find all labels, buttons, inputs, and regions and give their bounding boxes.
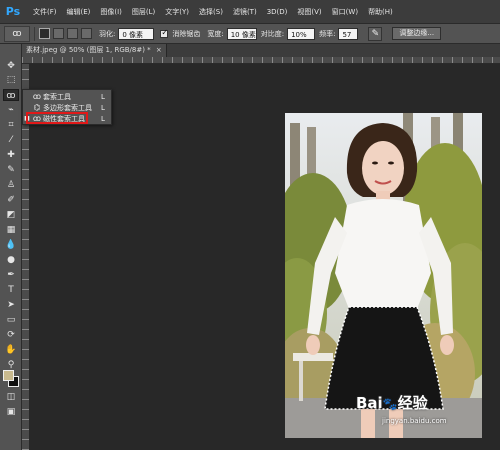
menu-bar: Ps 文件(F) 编辑(E) 图像(I) 图层(L) 文字(Y) 选择(S) 滤… (0, 0, 500, 24)
history-brush-tool-icon[interactable]: ✐ (3, 194, 19, 206)
antialias-checkbox[interactable] (160, 28, 169, 38)
contrast-input[interactable]: 10% (287, 27, 316, 40)
refine-edge-button[interactable]: 调整边缘... (392, 27, 442, 40)
menu-items: 文件(F) 编辑(E) 图像(I) 图层(L) 文字(Y) 选择(S) 滤镜(T… (28, 0, 398, 24)
menu-view[interactable]: 视图(V) (292, 0, 326, 24)
lasso-tool-icon[interactable]: ꝏ (3, 89, 19, 101)
foreground-color-swatch[interactable] (3, 370, 14, 381)
menu-filter[interactable]: 滤镜(T) (228, 0, 262, 24)
document-title: 素材.jpeg @ 50% (图层 1, RGB/8#) * (26, 46, 151, 54)
menu-edit[interactable]: 编辑(E) (62, 0, 96, 24)
shortcut-key: L (101, 92, 105, 101)
add-selection-button[interactable] (53, 28, 64, 39)
horizontal-ruler[interactable] (22, 57, 500, 64)
document-tab[interactable]: 素材.jpeg @ 50% (图层 1, RGB/8#) * × (22, 44, 167, 57)
menu-file[interactable]: 文件(F) (28, 0, 62, 24)
pen-pressure-button[interactable]: ✎ (368, 26, 383, 41)
polygonal-lasso-icon: ⌬ (33, 103, 41, 112)
clone-stamp-tool-icon[interactable]: ♙ (3, 179, 19, 191)
blur-tool-icon[interactable]: 💧 (3, 239, 19, 251)
marquee-tool-icon[interactable]: ⬚ (3, 74, 19, 86)
lasso-tool-menu-item[interactable]: ꝏ 套索工具 L (23, 91, 111, 102)
document-tab-strip: 素材.jpeg @ 50% (图层 1, RGB/8#) * × (22, 44, 500, 57)
width-label: 宽度: (207, 29, 224, 38)
quick-select-tool-icon[interactable]: ⌁ (3, 104, 19, 116)
shortcut-key: L (101, 103, 105, 112)
frequency-input[interactable]: 57 (338, 27, 359, 40)
brush-tool-icon[interactable]: ✎ (3, 164, 19, 176)
crop-tool-icon[interactable]: ⌗ (3, 119, 19, 131)
eraser-tool-icon[interactable]: ◩ (3, 209, 19, 221)
move-tool-icon[interactable]: ✥ (3, 60, 19, 72)
subtract-selection-button[interactable] (67, 28, 78, 39)
healing-brush-tool-icon[interactable]: ✚ (3, 149, 19, 161)
antialias-label: 消除锯齿 (172, 29, 201, 38)
pen-pressure-icon: ✎ (371, 28, 380, 39)
app-logo: Ps (5, 5, 21, 18)
eyedropper-tool-icon[interactable]: ⁄ (3, 134, 19, 146)
shortcut-key: L (101, 114, 105, 123)
lasso-icon: ꝏ (12, 28, 22, 39)
photo-illustration (285, 113, 482, 438)
toolbox: ✥ ⬚ ꝏ ⌁ ⌗ ⁄ ✚ ✎ ♙ ✐ ◩ ▦ 💧 ● ✒ T ➤ ▭ ⟳ ✋ … (0, 44, 22, 450)
type-tool-icon[interactable]: T (3, 284, 19, 296)
document-image[interactable] (285, 113, 482, 438)
menu-item-label: 套索工具 (43, 92, 71, 101)
annotation-highlight-box (26, 112, 88, 124)
intersect-selection-button[interactable] (81, 28, 92, 39)
baidu-watermark-logo: Bai🐾经验 (356, 392, 428, 413)
3d-tool-icon[interactable]: ⟳ (3, 329, 19, 341)
lasso-icon: ꝏ (32, 92, 42, 101)
quick-mask-icon[interactable]: ◫ (3, 391, 19, 403)
frequency-label: 频率: (319, 29, 336, 38)
menu-3d[interactable]: 3D(D) (262, 0, 293, 24)
shape-tool-icon[interactable]: ▭ (3, 314, 19, 326)
divider (34, 26, 35, 41)
width-input[interactable]: 10 像素 (226, 27, 257, 40)
watermark-url: jingyan.baidu.com (382, 417, 447, 425)
tool-preset-picker[interactable]: ꝏ (4, 25, 30, 42)
feather-label: 羽化: (99, 29, 116, 38)
pen-tool-icon[interactable]: ✒ (3, 269, 19, 281)
menu-help[interactable]: 帮助(H) (363, 0, 398, 24)
contrast-label: 对比度: (260, 29, 285, 38)
menu-layer[interactable]: 图层(L) (127, 0, 160, 24)
menu-item-label: 多边形套索工具 (43, 103, 92, 112)
options-bar: ꝏ 羽化: 0 像素 消除锯齿 宽度: 10 像素 对比度: 10% 频率: 5… (0, 24, 500, 44)
watermark-text: Bai (356, 394, 383, 412)
new-selection-button[interactable] (39, 28, 50, 39)
photoshop-window: Ps 文件(F) 编辑(E) 图像(I) 图层(L) 文字(Y) 选择(S) 滤… (0, 0, 500, 450)
path-selection-tool-icon[interactable]: ➤ (3, 299, 19, 311)
dodge-tool-icon[interactable]: ● (3, 254, 19, 266)
menu-type[interactable]: 文字(Y) (160, 0, 194, 24)
gradient-tool-icon[interactable]: ▦ (3, 224, 19, 236)
paw-icon: 🐾 (382, 397, 398, 411)
feather-input[interactable]: 0 像素 (118, 27, 155, 40)
watermark-suffix: 经验 (397, 394, 428, 412)
close-tab-icon[interactable]: × (156, 46, 162, 54)
menu-image[interactable]: 图像(I) (95, 0, 127, 24)
screen-mode-icon[interactable]: ▣ (3, 406, 19, 418)
hand-tool-icon[interactable]: ✋ (3, 344, 19, 356)
menu-select[interactable]: 选择(S) (194, 0, 228, 24)
menu-window[interactable]: 窗口(W) (327, 0, 363, 24)
